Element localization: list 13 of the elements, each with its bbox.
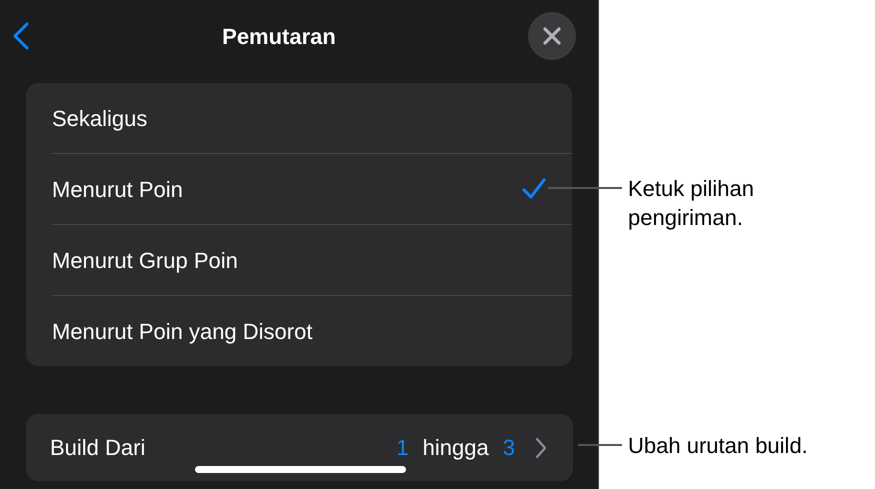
chevron-icon [535,436,547,458]
back-button[interactable] [12,22,30,50]
panel-title: Pemutaran [222,22,336,50]
back-icon [12,22,30,50]
close-icon [543,27,561,45]
option-row[interactable]: Menurut Grup Poin [26,225,572,295]
option-row[interactable]: Sekaligus [26,83,572,153]
close-button[interactable] [528,12,576,60]
option-row[interactable]: Menurut Poin [26,154,572,224]
callout-text: Ubah urutan build. [628,432,809,460]
option-row[interactable]: Menurut Poin yang Disorot [26,296,572,366]
build-from-row[interactable]: Build Dari 1 hingga 3 [26,414,573,481]
callout-text: Ketuk pilihan pengiriman. [628,175,755,232]
